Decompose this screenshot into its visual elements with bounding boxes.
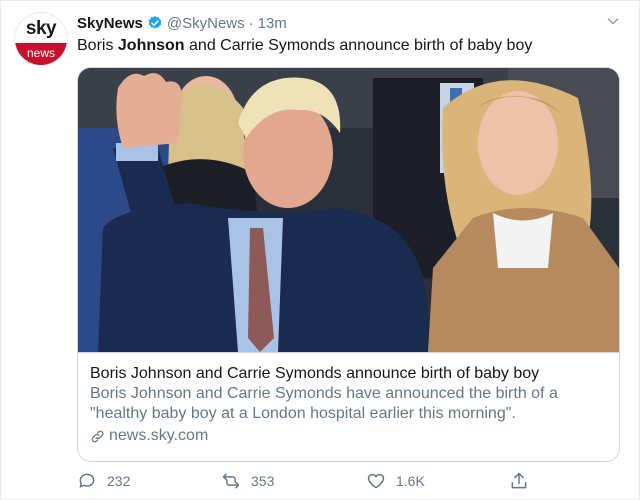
avatar-logo-sky: sky [25, 18, 57, 39]
link-icon [91, 430, 104, 442]
card-image[interactable] [78, 68, 619, 353]
share-icon [511, 472, 527, 489]
tweet-text: Boris Johnson and Carrie Symonds announc… [77, 37, 532, 55]
retweet-count: 353 [251, 473, 275, 489]
like-button[interactable]: 1.6K [366, 471, 425, 491]
reply-button[interactable]: 232 [77, 471, 130, 491]
tweet[interactable]: sky news SkyNews @SkyNews · 13m Boris Jo… [0, 0, 640, 500]
verified-badge-icon [148, 16, 162, 29]
tweet-timestamp[interactable]: 13m [258, 15, 287, 32]
heart-icon [367, 473, 385, 489]
tweet-header: SkyNews @SkyNews · 13m [77, 13, 287, 33]
account-name[interactable]: SkyNews [77, 15, 143, 32]
chevron-down-icon[interactable] [605, 13, 621, 29]
like-count: 1.6K [396, 473, 425, 489]
tweet-text-end: and Carrie Symonds announce birth of bab… [184, 37, 533, 54]
avatar-logo-news: news [15, 43, 67, 65]
card-body: Boris Johnson and Carrie Symonds announc… [90, 364, 607, 446]
account-handle[interactable]: @SkyNews [167, 15, 245, 32]
card-description: Boris Johnson and Carrie Symonds have an… [90, 385, 558, 422]
card-title[interactable]: Boris Johnson and Carrie Symonds announc… [90, 364, 607, 384]
tweet-text-start: Boris [77, 37, 118, 54]
link-card[interactable]: Boris Johnson and Carrie Symonds announc… [77, 67, 620, 462]
share-button[interactable] [509, 471, 529, 491]
reply-count: 232 [107, 473, 131, 489]
card-domain[interactable]: news.sky.com [90, 426, 607, 446]
separator-dot: · [248, 14, 254, 32]
card-domain-text: news.sky.com [109, 427, 209, 444]
tweet-actions: 232 353 1.6K [77, 471, 547, 493]
tweet-text-bold: Johnson [117, 37, 185, 54]
avatar[interactable]: sky news [15, 13, 67, 65]
retweet-icon [222, 473, 240, 489]
retweet-button[interactable]: 353 [221, 471, 274, 491]
reply-icon [79, 473, 95, 488]
